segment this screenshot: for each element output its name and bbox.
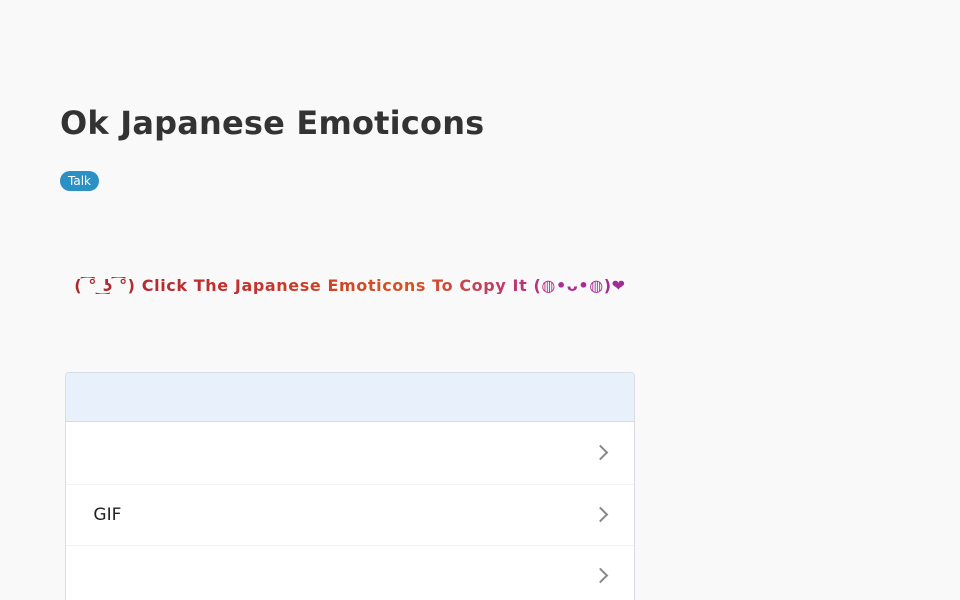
list-item[interactable]: 󠀠󠀠󠀠󠀠 bbox=[66, 422, 634, 484]
chevron-right-icon bbox=[592, 444, 609, 461]
category-list: 󠀠󠀠󠀠󠀠󠀠 󠀠󠀠󠀠󠀠 󠀠󠀠󠀠󠀠󠀠󠀠󠀠󠀠󠀠󠀠󠀠󠀠󠀠󠀠󠀠󠀠 GIF 󠀠󠀠󠀠󠀠󠀠 bbox=[65, 372, 635, 600]
list-item-label: 󠀠󠀠󠀠󠀠󠀠󠀠󠀠󠀠󠀠󠀠󠀠󠀠󠀠󠀠󠀠󠀠 GIF bbox=[88, 505, 122, 525]
chevron-right-icon bbox=[592, 567, 609, 584]
copy-instructions-banner: ( ͡° ͜ʖ ͡°) Click The Japanese Emoticons… bbox=[60, 277, 640, 294]
chevron-right-icon bbox=[592, 506, 609, 523]
tag-badge-talk[interactable]: Talk bbox=[60, 171, 99, 191]
list-item[interactable]: 󠀠󠀠󠀠󠀠󠀠 bbox=[66, 545, 634, 600]
list-item[interactable]: 󠀠󠀠󠀠󠀠󠀠󠀠󠀠󠀠󠀠󠀠󠀠󠀠󠀠󠀠󠀠󠀠 GIF bbox=[66, 484, 634, 545]
list-header: 󠀠󠀠󠀠󠀠󠀠 bbox=[66, 373, 634, 422]
page-title: Ok Japanese Emoticons bbox=[60, 104, 485, 142]
page: Ok Japanese Emoticons Talk ( ͡° ͜ʖ ͡°) C… bbox=[0, 0, 960, 600]
